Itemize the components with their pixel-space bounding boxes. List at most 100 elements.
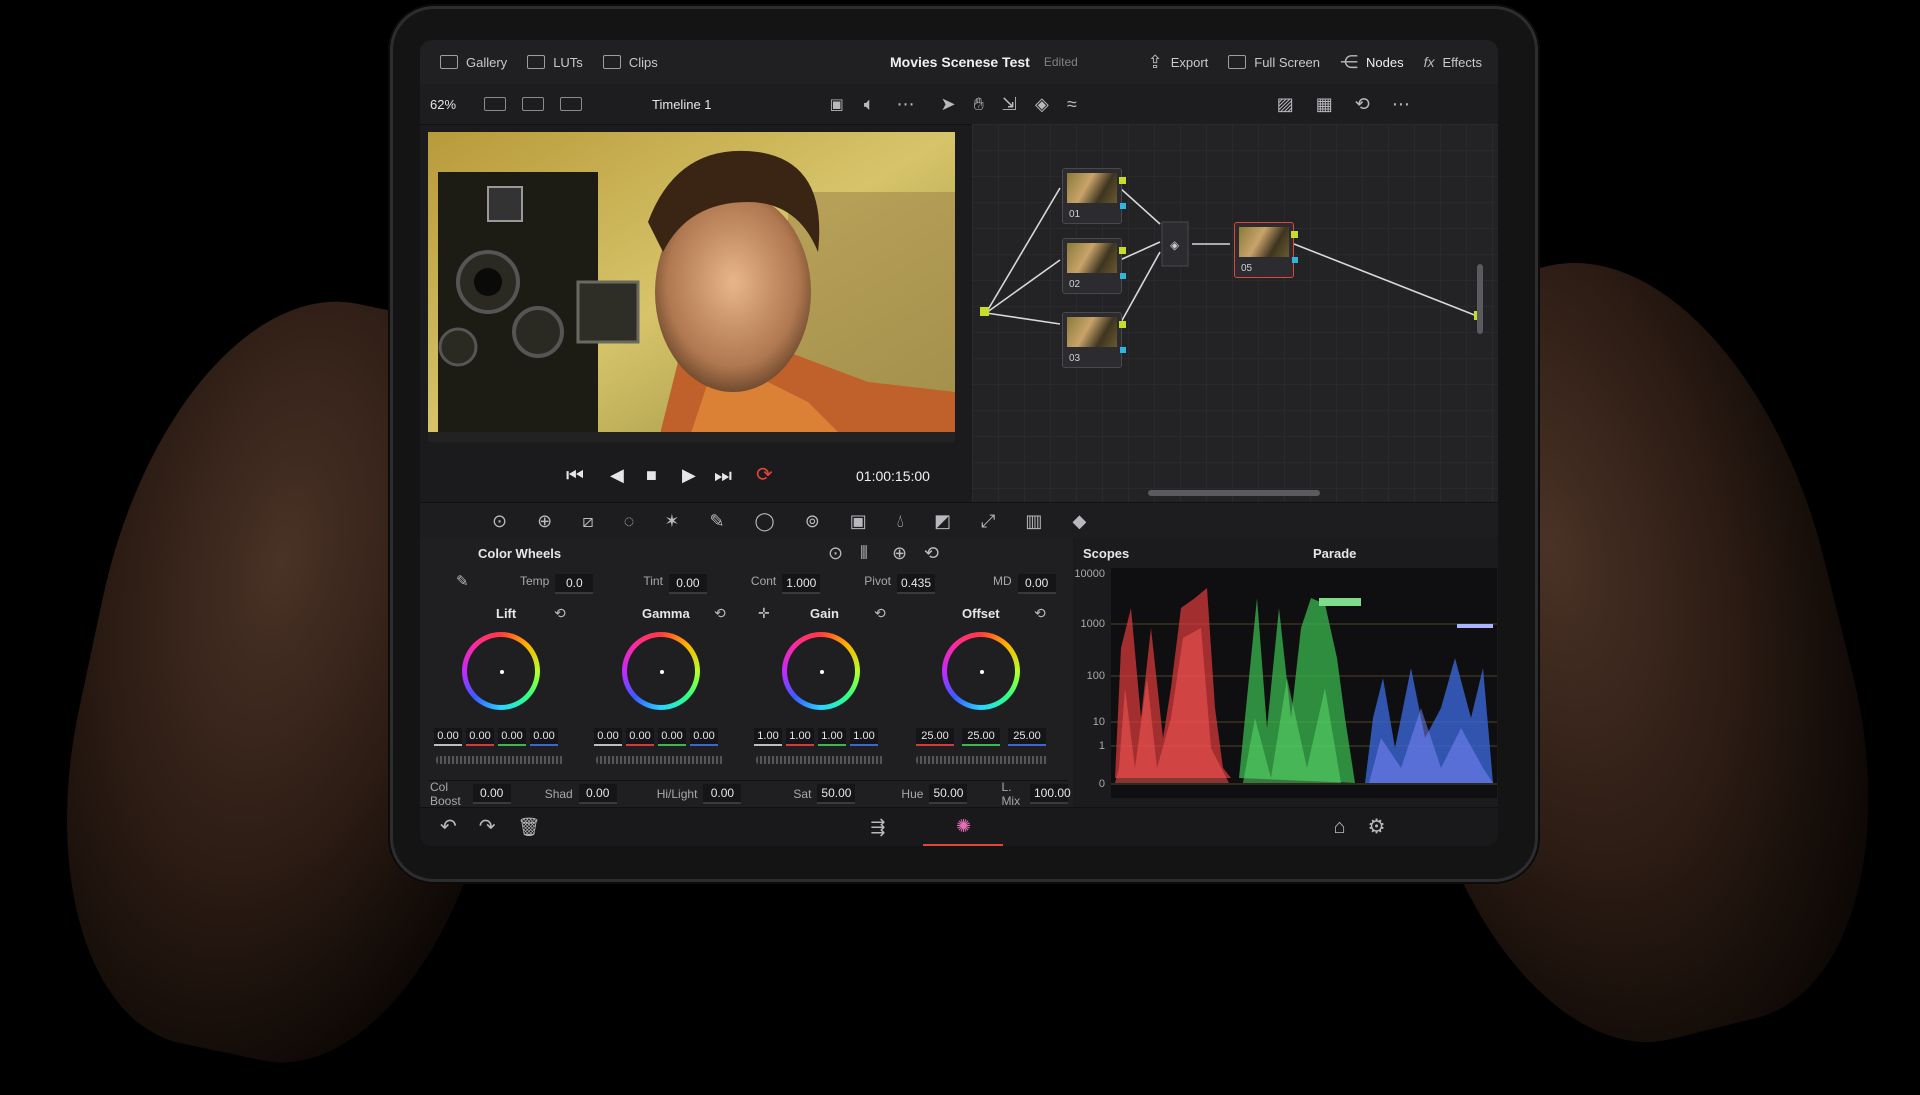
hue-field[interactable]: 50.00 [929, 784, 968, 804]
curves-icon[interactable]: ⧄ [582, 512, 593, 530]
more-icon[interactable]: ⋯ [897, 95, 915, 113]
node-05[interactable]: 05 [1234, 222, 1298, 278]
lift-y[interactable]: 0.00 [434, 728, 462, 746]
lift-g[interactable]: 0.00 [498, 728, 526, 746]
lift-master-wheel[interactable] [436, 756, 564, 764]
tint-field[interactable]: 0.00 [668, 574, 707, 594]
saturation-field[interactable]: 50.00 [817, 784, 856, 804]
nodes-button[interactable]: ⋲ Nodes [1340, 53, 1404, 71]
temp-field[interactable]: 0.0 [555, 574, 594, 594]
hq-icon[interactable]: ▣ [830, 97, 844, 112]
gamma-r[interactable]: 0.00 [626, 728, 654, 746]
gamma-master-wheel[interactable] [596, 756, 724, 764]
gamma-wheel[interactable] [622, 632, 700, 710]
gallery-button[interactable]: Gallery [440, 55, 507, 70]
offset-values[interactable]: 25.00 25.00 25.00 [916, 728, 1046, 746]
camera-raw-icon[interactable]: ⊙ [492, 512, 507, 530]
col-boost-field[interactable]: 0.00 [472, 784, 511, 804]
blur-icon[interactable]: 💧︎ [897, 512, 904, 530]
hdr-wheels-icon[interactable]: ⊕ [537, 512, 552, 530]
lift-values[interactable]: 0.00 0.00 0.00 0.00 [434, 728, 558, 746]
gamma-g[interactable]: 0.00 [658, 728, 686, 746]
lift-wheel[interactable] [462, 632, 540, 710]
gain-reset-icon[interactable]: ⟲ [874, 606, 886, 620]
key-icon[interactable]: ◩ [934, 512, 951, 530]
full-screen-button[interactable]: Full Screen [1228, 55, 1320, 70]
scopes-icon[interactable]: ▥ [1025, 512, 1042, 530]
gain-wheel[interactable] [782, 632, 860, 710]
skip-to-start-icon[interactable]: ⏮ [566, 466, 584, 486]
node-link-icon[interactable]: ⇲ [1002, 95, 1017, 113]
node-03[interactable]: 03 [1062, 312, 1126, 368]
more-options-icon[interactable]: ⋯ [1392, 95, 1410, 113]
gain-master-wheel[interactable] [756, 756, 884, 764]
split-view-icon[interactable] [560, 97, 583, 111]
warper-mesh-icon[interactable]: ✶ [664, 512, 679, 530]
node-graph-scrollbar[interactable] [1148, 490, 1320, 496]
zoom-level[interactable]: 62% [430, 97, 456, 112]
gamma-b[interactable]: 0.00 [690, 728, 718, 746]
loop-icon[interactable]: ⟳ [756, 465, 773, 485]
window-icon[interactable]: ◯ [755, 512, 775, 530]
gamma-reset-icon[interactable]: ⟲ [714, 606, 726, 620]
redo-icon[interactable]: ↷ [479, 817, 496, 837]
shadows-field[interactable]: 0.00 [578, 784, 617, 804]
grid-view-icon[interactable] [522, 97, 545, 111]
magic-mask-icon[interactable]: ▣ [850, 512, 867, 530]
effects-button[interactable]: fx Effects [1424, 55, 1482, 70]
luts-button[interactable]: LUTs [527, 55, 583, 70]
node-graph[interactable]: ◈ 01 02 03 05 [972, 124, 1498, 504]
node-02[interactable]: 02 [1062, 238, 1126, 294]
lift-b[interactable]: 0.00 [530, 728, 558, 746]
settings-icon[interactable]: ⚙︎ [1368, 817, 1386, 837]
play-icon[interactable]: ▶ [682, 466, 696, 484]
gamma-y[interactable]: 0.00 [594, 728, 622, 746]
qualifier-icon[interactable]: ✎ [709, 512, 724, 530]
skip-to-end-icon[interactable]: ⏭ [714, 466, 732, 486]
node-01[interactable]: 01 [1062, 168, 1126, 224]
undo-icon[interactable]: ↶ [440, 817, 457, 837]
scope-mode-selector[interactable]: Parade [1313, 546, 1356, 561]
clips-button[interactable]: Clips [602, 55, 658, 70]
pointer-icon[interactable]: ➤ [941, 95, 956, 113]
gain-r[interactable]: 1.00 [786, 728, 814, 746]
step-back-icon[interactable]: ◀ [610, 466, 624, 484]
lift-r[interactable]: 0.00 [466, 728, 494, 746]
image-icon[interactable]: ▨ [1277, 95, 1294, 113]
luma-mix-field[interactable]: 100.00 [1030, 784, 1071, 804]
cut-page-icon[interactable]: ⇶ [870, 818, 885, 836]
reset-icon[interactable]: ⟲ [1355, 95, 1370, 113]
export-button[interactable]: ⇪ Export [1148, 53, 1209, 71]
trash-icon[interactable]: 🗑︎ [518, 818, 541, 836]
grid-icon[interactable]: ▦ [1316, 95, 1333, 113]
md-field[interactable]: 0.00 [1017, 574, 1056, 594]
gamma-values[interactable]: 0.00 0.00 0.00 0.00 [594, 728, 718, 746]
gain-b[interactable]: 1.00 [850, 728, 878, 746]
lift-reset-icon[interactable]: ⟲ [554, 606, 566, 620]
offset-b[interactable]: 25.00 [1008, 728, 1046, 746]
layers-icon[interactable]: ◈ [1035, 95, 1049, 113]
primaries-wheels-icon[interactable]: ⊙ [828, 544, 843, 562]
curve-icon[interactable]: ≈ [1067, 95, 1077, 113]
highlights-field[interactable]: 0.00 [703, 784, 742, 804]
gain-picker-icon[interactable]: ✛ [758, 606, 770, 620]
gain-values[interactable]: 1.00 1.00 1.00 1.00 [754, 728, 878, 746]
stop-icon[interactable]: ■ [646, 466, 657, 484]
picker-icon[interactable]: ✎ [456, 574, 469, 589]
color-page-tab[interactable]: ✺ [923, 808, 1004, 846]
log-wheels-icon[interactable]: ⊕ [892, 544, 907, 562]
gain-g[interactable]: 1.00 [818, 728, 846, 746]
timeline-selector[interactable]: Timeline 1 [652, 97, 711, 112]
primaries-bars-icon[interactable]: ⦀ [860, 544, 868, 562]
reset-all-icon[interactable]: ⟲ [924, 544, 939, 562]
contrast-field[interactable]: 1.000 [782, 574, 821, 594]
hand-icon[interactable]: ✋︎ [974, 95, 984, 113]
offset-g[interactable]: 25.00 [962, 728, 1000, 746]
video-viewer[interactable] [428, 132, 955, 442]
gain-y[interactable]: 1.00 [754, 728, 782, 746]
single-view-icon[interactable] [484, 97, 507, 111]
tracker-icon[interactable]: ⊚ [805, 512, 820, 530]
offset-master-wheel[interactable] [916, 756, 1048, 764]
home-icon[interactable]: ⌂ [1333, 817, 1345, 837]
offset-r[interactable]: 25.00 [916, 728, 954, 746]
